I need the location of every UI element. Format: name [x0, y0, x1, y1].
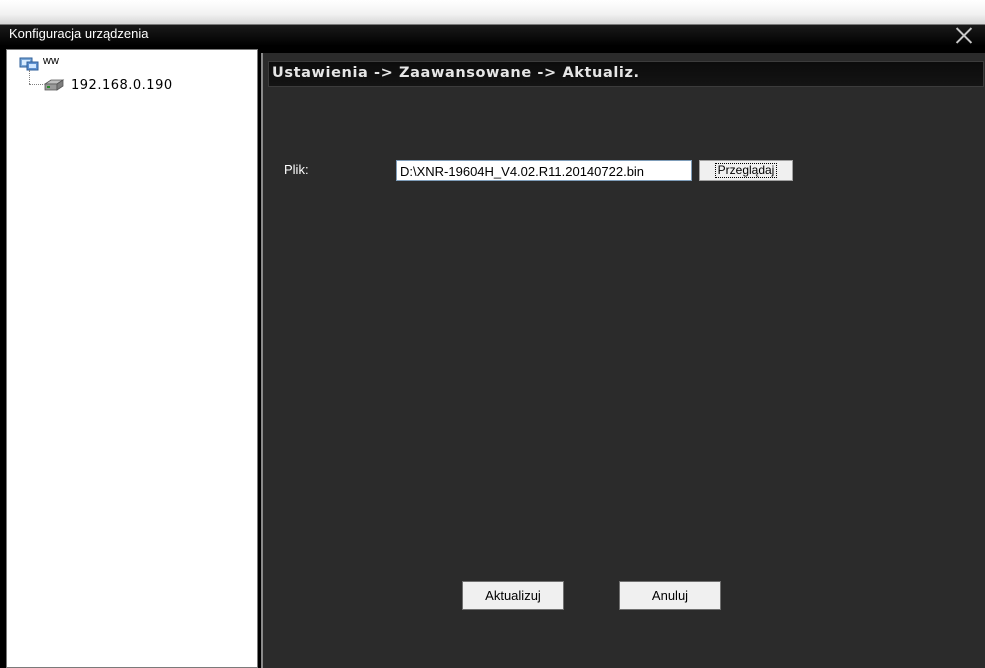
- tree-root-node[interactable]: ww: [19, 55, 59, 71]
- tree-device-node[interactable]: 192.168.0.190: [43, 77, 173, 93]
- update-button[interactable]: Aktualizuj: [462, 581, 564, 610]
- device-group-icon: [19, 57, 39, 71]
- browse-button[interactable]: Przeglądaj: [699, 160, 793, 181]
- device-ip-label: 192.168.0.190: [71, 77, 173, 93]
- breadcrumb-bar: Ustawienia -> Zaawansowane -> Aktualiz.: [268, 61, 984, 87]
- dvr-device-icon: [43, 79, 65, 91]
- browse-button-label: Przeglądaj: [714, 163, 778, 178]
- device-tree-panel: ww 192.168.0.190: [6, 49, 258, 668]
- tree-connector: [29, 84, 43, 85]
- cancel-button[interactable]: Anuluj: [619, 581, 721, 610]
- window-title: Konfiguracja urządzenia: [9, 26, 149, 41]
- file-path-input[interactable]: [396, 160, 692, 181]
- file-label: Plik:: [284, 162, 309, 177]
- tree-root-label: ww: [43, 55, 59, 67]
- tree-connector: [29, 70, 30, 84]
- breadcrumb: Ustawienia -> Zaawansowane -> Aktualiz.: [272, 65, 640, 81]
- title-bar: Konfiguracja urządzenia: [0, 0, 985, 46]
- close-button[interactable]: [950, 24, 978, 46]
- settings-panel: Ustawienia -> Zaawansowane -> Aktualiz. …: [261, 53, 985, 668]
